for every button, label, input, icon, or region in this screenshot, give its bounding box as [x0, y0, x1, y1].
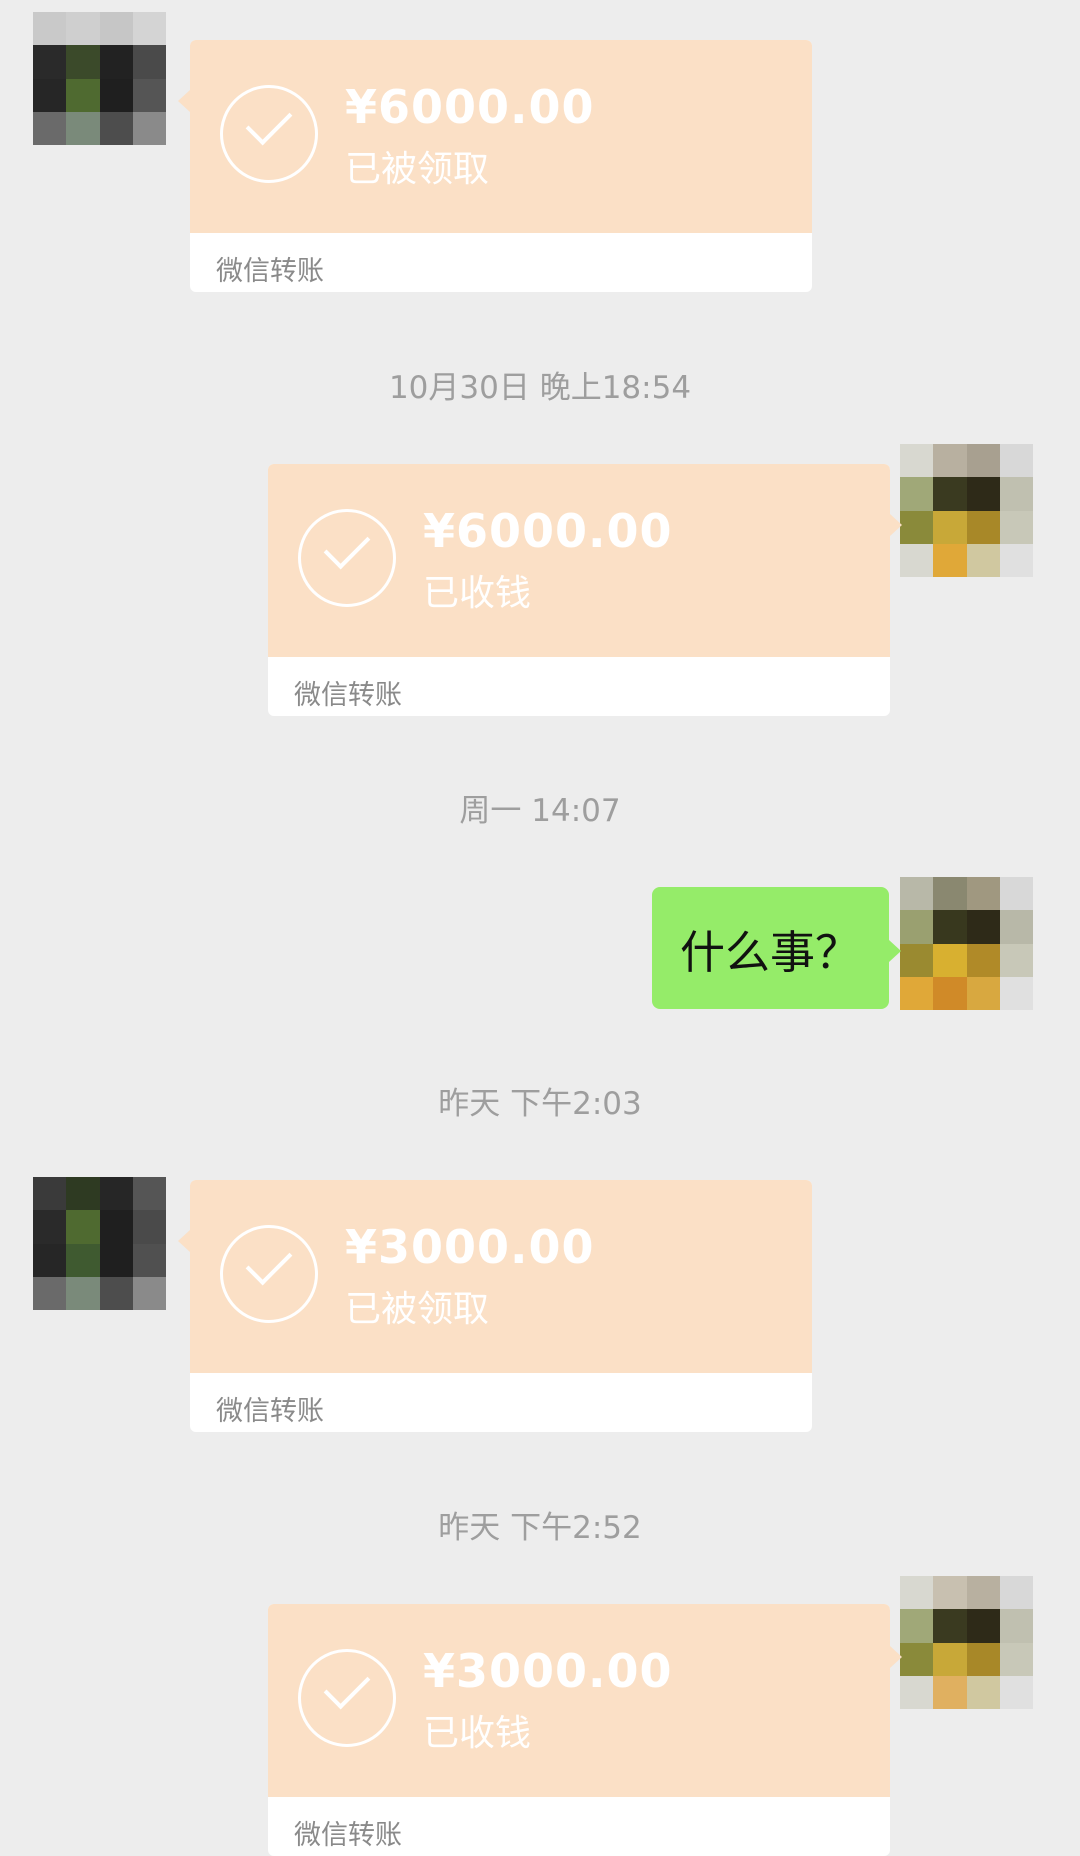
bubble-tail	[890, 514, 902, 536]
contact-avatar[interactable]	[33, 1177, 166, 1310]
contact-avatar[interactable]	[33, 12, 166, 145]
transfer-status: 已收钱	[423, 573, 532, 614]
transfer-amount: ¥6000.00	[423, 504, 673, 558]
my-avatar[interactable]	[900, 1576, 1033, 1709]
timestamp: 昨天 下午2:52	[438, 1510, 642, 1546]
transfer-status: 已被领取	[345, 1289, 490, 1330]
transfer-card[interactable]: ¥6000.00 已被领取 微信转账	[190, 40, 812, 292]
transfer-label: 微信转账	[216, 256, 324, 287]
check-circle-icon	[220, 1225, 318, 1323]
timestamp: 10月30日 晚上18:54	[388, 370, 692, 406]
check-circle-icon	[220, 85, 318, 183]
transfer-status: 已被领取	[345, 149, 490, 190]
transfer-label: 微信转账	[216, 1396, 324, 1427]
transfer-amount: ¥3000.00	[423, 1644, 673, 1698]
transfer-status: 已收钱	[423, 1713, 532, 1754]
bubble-tail	[178, 90, 190, 112]
transfer-amount: ¥6000.00	[345, 80, 595, 134]
transfer-label: 微信转账	[294, 680, 402, 711]
transfer-amount: ¥3000.00	[345, 1220, 595, 1274]
my-avatar[interactable]	[900, 444, 1033, 577]
bubble-tail	[890, 1646, 902, 1668]
check-circle-icon	[298, 509, 396, 607]
transfer-card[interactable]: ¥6000.00 已收钱 微信转账	[268, 464, 890, 716]
bubble-tail	[889, 940, 901, 962]
message-text: 什么事？	[680, 925, 861, 979]
timestamp: 周一 14:07	[459, 793, 621, 829]
check-circle-icon	[298, 1649, 396, 1747]
transfer-label: 微信转账	[294, 1820, 402, 1851]
transfer-card[interactable]: ¥3000.00 已被领取 微信转账	[190, 1180, 812, 1432]
text-message-bubble[interactable]: 什么事？	[652, 887, 889, 1009]
transfer-card[interactable]: ¥3000.00 已收钱 微信转账	[268, 1604, 890, 1856]
bubble-tail	[178, 1230, 190, 1252]
my-avatar[interactable]	[900, 877, 1033, 1010]
timestamp: 昨天 下午2:03	[438, 1086, 642, 1122]
